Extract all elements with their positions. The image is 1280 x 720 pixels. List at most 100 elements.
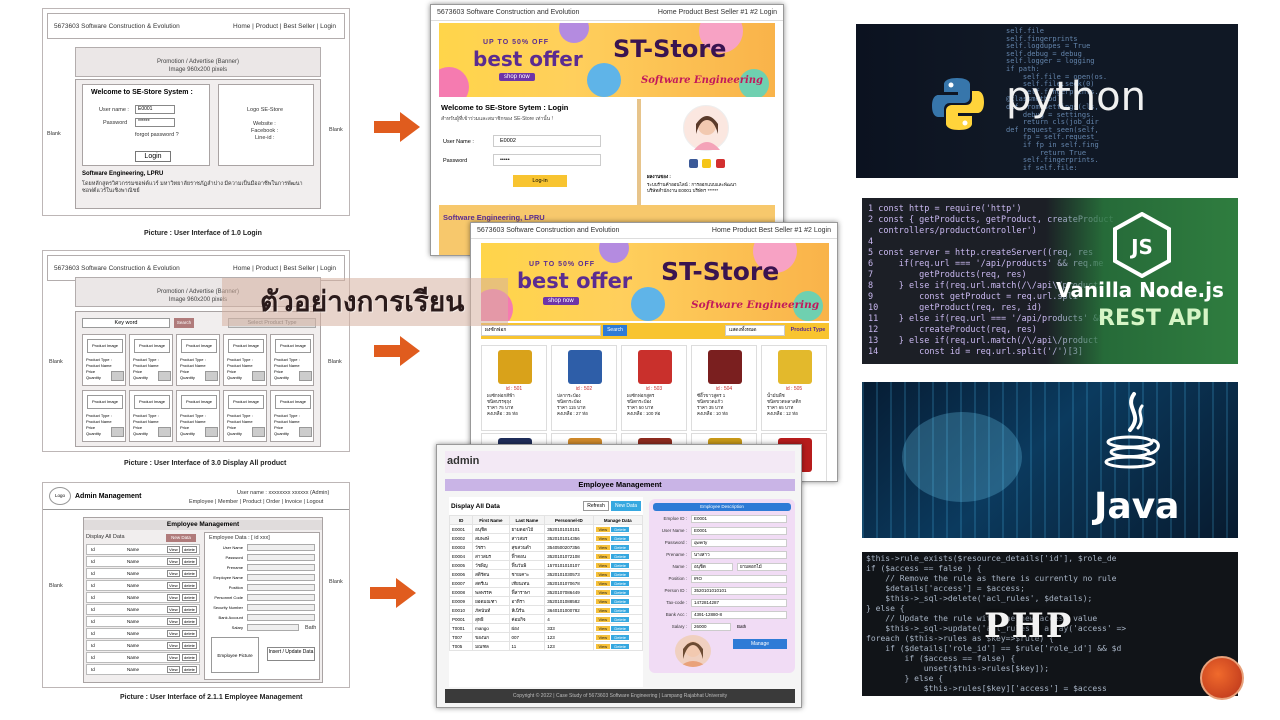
view-button[interactable]: View: [595, 616, 611, 622]
view-button[interactable]: View: [595, 535, 611, 541]
detail-field-input[interactable]: IRO: [691, 575, 787, 583]
search-button[interactable]: Search: [174, 318, 194, 328]
delete-button[interactable]: Delete: [611, 544, 629, 550]
delete-button[interactable]: Delete: [611, 580, 629, 586]
wireframe-product-card[interactable]: Product Image Product Type : Product Name P…: [270, 390, 314, 442]
product-card[interactable]: id : 505 น้ำมันพืช ชนิดขวดพลาสติก ราคา 65 บ…: [761, 345, 827, 431]
wireframe-product-card[interactable]: Product Image Product Type : Product Name P…: [129, 390, 173, 442]
product-type-button[interactable]: Product Type: [787, 325, 829, 336]
delete-button[interactable]: Delete: [611, 616, 629, 622]
delete-button[interactable]: delete: [182, 654, 197, 661]
delete-button[interactable]: delete: [182, 546, 197, 553]
product-card[interactable]: id : 503 ผงซักฟอกสูตร ชนิดกระป๋อง ราคา 50 บ…: [621, 345, 687, 431]
lastname-input[interactable]: ยามดอกไม้: [737, 563, 787, 571]
form-field-input[interactable]: [247, 594, 315, 601]
delete-button[interactable]: Delete: [611, 607, 629, 613]
detail-field-input[interactable]: E0001: [691, 527, 787, 535]
detail-field-input[interactable]: 4391-12880-8: [691, 611, 787, 619]
delete-button[interactable]: Delete: [611, 625, 629, 631]
view-button[interactable]: View: [167, 654, 180, 661]
detail-field-input[interactable]: นางสาว: [691, 551, 787, 559]
add-cart-box[interactable]: [158, 371, 171, 381]
delete-button[interactable]: Delete: [611, 553, 629, 559]
view-button[interactable]: View: [167, 666, 180, 673]
site-nav[interactable]: Home Product Best Seller #1 #2 Login: [712, 227, 831, 234]
form-field-input[interactable]: [247, 544, 315, 551]
product-card[interactable]: id : 502 ปลากระป๋อง ชนิดกระป๋อง ราคา 115 บา…: [551, 345, 617, 431]
form-field-input[interactable]: [247, 574, 315, 581]
add-cart-box[interactable]: [299, 427, 312, 437]
delete-button[interactable]: Delete: [611, 535, 629, 541]
login-button[interactable]: Login: [135, 151, 171, 162]
site-nav[interactable]: Home Product Best Seller #1 #2 Login: [658, 9, 777, 16]
view-button[interactable]: View: [595, 544, 611, 550]
search-input[interactable]: ผงซักฟอก: [481, 325, 601, 336]
banner-shop-button[interactable]: shop now: [543, 297, 579, 305]
view-button[interactable]: View: [167, 582, 180, 589]
delete-button[interactable]: delete: [182, 630, 197, 637]
view-button[interactable]: View: [595, 643, 611, 649]
detail-field-input[interactable]: E0001: [691, 515, 787, 523]
add-cart-box[interactable]: [158, 427, 171, 437]
view-button[interactable]: View: [595, 634, 611, 640]
detail-field-input[interactable]: 26000: [691, 623, 731, 631]
delete-button[interactable]: delete: [182, 558, 197, 565]
add-cart-box[interactable]: [205, 427, 218, 437]
view-button[interactable]: View: [595, 607, 611, 613]
delete-button[interactable]: Delete: [611, 562, 629, 568]
form-field-input[interactable]: [247, 584, 315, 591]
line-icon[interactable]: [702, 159, 712, 168]
view-button[interactable]: View: [595, 598, 611, 604]
form-field-input[interactable]: [247, 604, 315, 611]
wireframe-product-card[interactable]: Product Image Product Type : Product Name P…: [82, 390, 126, 442]
delete-button[interactable]: delete: [182, 666, 197, 673]
view-button[interactable]: View: [167, 546, 180, 553]
view-button[interactable]: View: [595, 562, 611, 568]
detail-field-input[interactable]: qwerty: [691, 539, 787, 547]
wireframe-product-card[interactable]: Product Image Product Type : Product Name P…: [129, 334, 173, 386]
delete-button[interactable]: Delete: [611, 643, 629, 649]
add-cart-box[interactable]: [111, 371, 124, 381]
view-button[interactable]: View: [167, 558, 180, 565]
view-button[interactable]: View: [167, 570, 180, 577]
banner-shop-button[interactable]: shop now: [499, 73, 535, 81]
delete-button[interactable]: delete: [182, 642, 197, 649]
view-button[interactable]: View: [595, 580, 611, 586]
detail-field-input[interactable]: อนุชิต: [691, 563, 733, 571]
wireframe-product-card[interactable]: Product Image Product Type : Product Name P…: [223, 334, 267, 386]
manage-button[interactable]: Manage: [733, 639, 787, 649]
password-input[interactable]: •••••: [493, 154, 601, 166]
wireframe-product-card[interactable]: Product Image Product Type : Product Name P…: [270, 334, 314, 386]
delete-button[interactable]: delete: [182, 594, 197, 601]
search-button[interactable]: Search: [603, 325, 627, 336]
view-button[interactable]: View: [167, 606, 180, 613]
wireframe-product-card[interactable]: Product Image Product Type : Product Name P…: [223, 390, 267, 442]
delete-button[interactable]: delete: [182, 570, 197, 577]
detail-field-input[interactable]: 3520101010101: [691, 587, 787, 595]
view-button[interactable]: View: [167, 594, 180, 601]
form-field-input[interactable]: [247, 564, 315, 571]
user-input[interactable]: E0002: [493, 135, 601, 147]
view-button[interactable]: View: [167, 630, 180, 637]
add-cart-box[interactable]: [111, 427, 124, 437]
wireframe-product-card[interactable]: Product Image Product Type : Product Name P…: [176, 390, 220, 442]
view-button[interactable]: View: [595, 571, 611, 577]
delete-button[interactable]: Delete: [611, 526, 629, 532]
form-field-input[interactable]: [247, 614, 315, 621]
delete-button[interactable]: Delete: [611, 589, 629, 595]
insert-update-button[interactable]: Insert / Update Data: [267, 647, 315, 661]
add-cart-box[interactable]: [252, 371, 265, 381]
form-field-input[interactable]: [247, 554, 315, 561]
view-button[interactable]: View: [595, 526, 611, 532]
delete-button[interactable]: Delete: [611, 598, 629, 604]
view-button[interactable]: View: [595, 625, 611, 631]
new-data-button[interactable]: New Data: [166, 534, 196, 542]
delete-button[interactable]: delete: [182, 618, 197, 625]
product-card[interactable]: id : 501 ผงซักฟอกสีฟ้า ชนิดบรรจุถุง ราคา 75…: [481, 345, 547, 431]
view-button[interactable]: View: [595, 553, 611, 559]
delete-button[interactable]: Delete: [611, 571, 629, 577]
delete-button[interactable]: delete: [182, 582, 197, 589]
delete-button[interactable]: Delete: [611, 634, 629, 640]
login-button[interactable]: Log-in: [513, 175, 567, 187]
delete-button[interactable]: delete: [182, 606, 197, 613]
